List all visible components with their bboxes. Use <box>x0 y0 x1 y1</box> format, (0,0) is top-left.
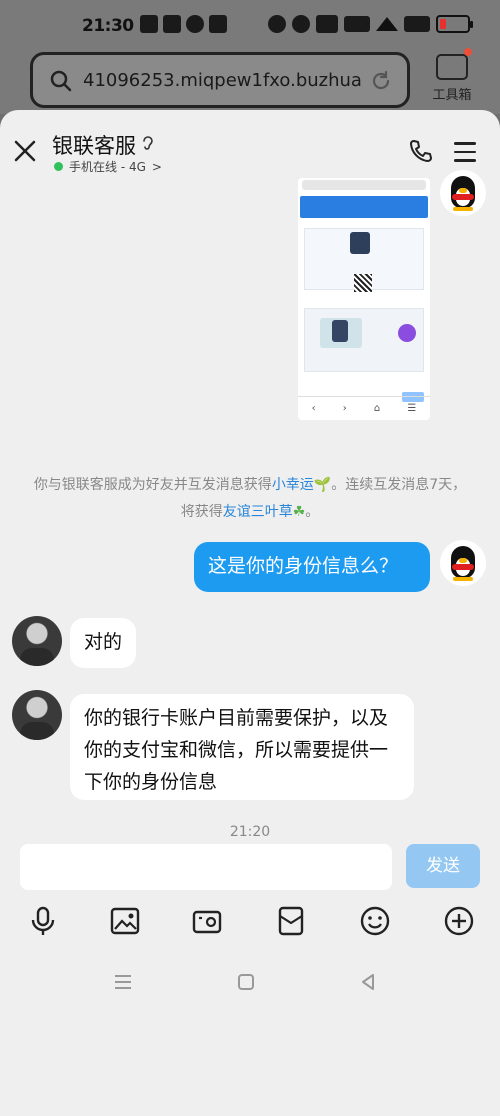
plus-icon[interactable] <box>442 904 476 938</box>
camera-icon[interactable] <box>190 904 224 938</box>
send-button[interactable]: 发送 <box>406 844 480 888</box>
phone-icon[interactable] <box>408 138 434 164</box>
image-icon[interactable] <box>108 904 142 938</box>
clover-icon: ☘ <box>292 504 306 520</box>
message-bubble-out[interactable]: 这是你的身份信息么？ <box>194 542 430 592</box>
self-avatar[interactable] <box>440 540 486 586</box>
message-bubble-in[interactable]: 你的银行卡账户目前需要保护，以及你的支付宝和微信，所以需要提供一下你的身份信息 <box>70 694 414 800</box>
self-avatar[interactable] <box>440 170 486 216</box>
online-dot <box>54 162 63 171</box>
home-icon[interactable] <box>236 972 256 992</box>
presence-text: 手机在线 - 4G <box>69 160 146 174</box>
hd-icon <box>344 16 370 32</box>
image-message[interactable]: ‹ › ⌂ ☰ <box>298 178 430 420</box>
wifi-icon <box>376 17 398 31</box>
status-bar: 21:30 <box>0 0 500 52</box>
notice-link-lucky[interactable]: 小幸运 <box>272 477 314 493</box>
status-time: 21:30 <box>82 16 134 36</box>
notice-text-1: 你与银联客服成为好友并互发消息获得 <box>33 477 272 493</box>
nfc-icon <box>316 15 338 33</box>
chat-title[interactable]: 银联客服 <box>52 130 136 160</box>
message-bubble-in[interactable]: 对的 <box>70 618 136 668</box>
sprout-icon: 🌱 <box>313 477 332 493</box>
recents-icon[interactable] <box>112 972 134 992</box>
url-text: 41096253.miqpew1fxo.buzhua... <box>83 70 363 91</box>
contact-avatar[interactable] <box>12 616 62 666</box>
location-icon <box>292 15 310 33</box>
menu-icon[interactable] <box>454 142 476 162</box>
reload-icon[interactable] <box>369 69 393 93</box>
presence-arrow: > <box>151 159 162 174</box>
browser-bar: 41096253.miqpew1fxo.buzhua... 工具箱 <box>0 48 500 114</box>
ear-icon[interactable] <box>140 134 156 152</box>
close-icon[interactable] <box>12 138 38 164</box>
back-icon[interactable] <box>358 972 378 992</box>
search-icon <box>50 70 72 92</box>
mic-icon[interactable] <box>26 904 60 938</box>
status-icons-right <box>268 15 473 33</box>
gift-icon <box>140 15 158 33</box>
notice-link-clover[interactable]: 友谊三叶草 <box>223 504 293 520</box>
url-bar[interactable]: 41096253.miqpew1fxo.buzhua... <box>30 52 410 108</box>
signal-icon <box>404 16 430 32</box>
emoji-icon[interactable] <box>358 904 392 938</box>
contact-avatar[interactable] <box>12 690 62 740</box>
input-bar: 发送 <box>0 836 500 1006</box>
battery-icon <box>436 15 473 33</box>
alarm-icon <box>268 15 286 33</box>
alipay-icon <box>163 15 181 33</box>
toolbox-label: 工具箱 <box>432 88 472 103</box>
input-tools <box>0 904 500 940</box>
system-nav-bar <box>0 962 500 1006</box>
toolbox-icon <box>436 48 472 80</box>
toolbox-button[interactable]: 工具箱 <box>424 48 480 108</box>
system-notice: 你与银联客服成为好友并互发消息获得小幸运🌱。连续互发消息7天，将获得友谊三叶草☘… <box>30 472 470 526</box>
notice-text-3: 。 <box>305 504 320 520</box>
app-icon <box>209 15 227 33</box>
red-packet-icon[interactable] <box>274 904 308 938</box>
presence-status[interactable]: 手机在线 - 4G > <box>54 158 162 175</box>
telecom-icon <box>186 15 204 33</box>
message-input[interactable] <box>20 844 392 890</box>
chat-header: 银联客服 手机在线 - 4G > <box>0 110 500 186</box>
status-icons-left <box>140 15 227 33</box>
